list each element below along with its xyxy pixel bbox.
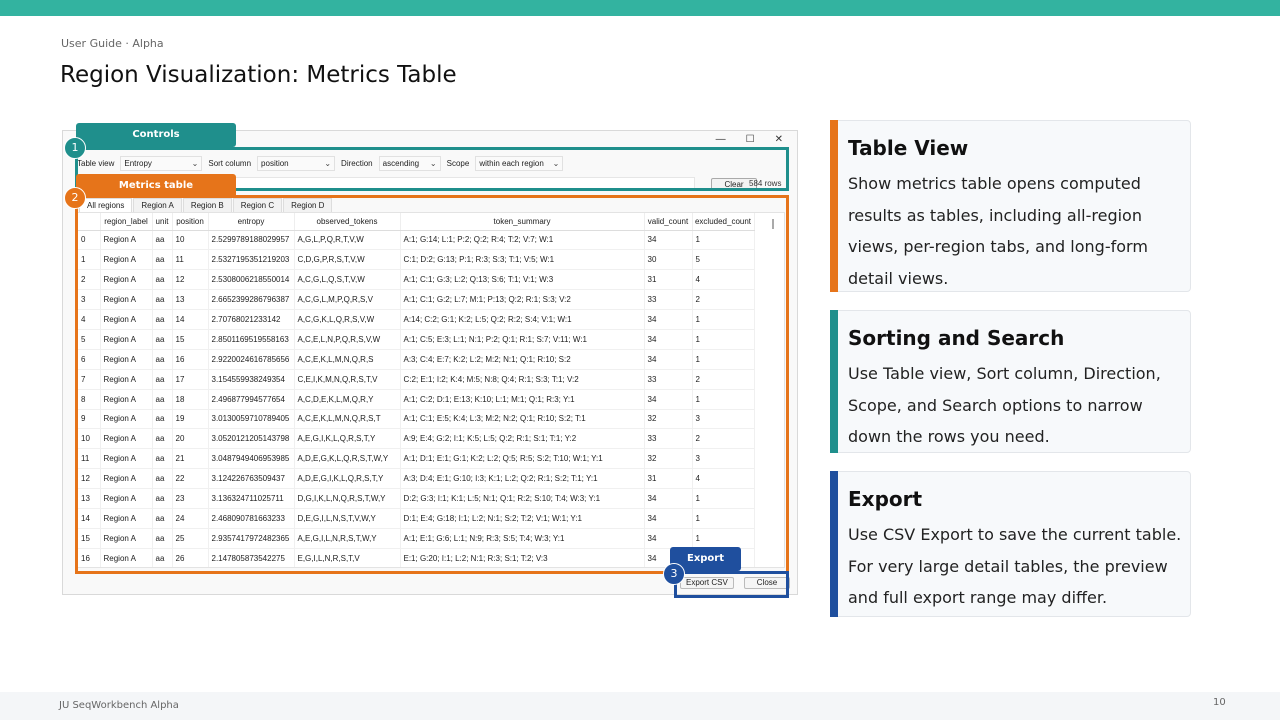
metrics-table-highlight-box — [75, 195, 789, 574]
callout-number-2: 2 — [64, 187, 86, 209]
card-title: Export — [848, 487, 923, 511]
card-table-view: Table View Show metrics table opens comp… — [830, 120, 1191, 292]
card-accent-bar — [830, 471, 838, 617]
card-title: Sorting and Search — [848, 326, 1065, 350]
callout-number-1: 1 — [64, 137, 86, 159]
card-accent-bar — [830, 310, 838, 453]
card-accent-bar — [830, 120, 838, 292]
card-sorting-search: Sorting and Search Use Table view, Sort … — [830, 310, 1191, 453]
controls-tag: Controls — [76, 123, 236, 147]
close-icon[interactable]: ✕ — [775, 134, 783, 145]
minimize-icon[interactable]: — — [716, 134, 726, 145]
page-number: 10 — [1213, 697, 1226, 708]
metrics-table-tag: Metrics table — [76, 174, 236, 198]
page-subtitle: User Guide · Alpha — [61, 37, 164, 50]
page-title: Region Visualization: Metrics Table — [60, 62, 457, 88]
footer-label: JU SeqWorkbench Alpha — [59, 700, 179, 711]
card-body: Use CSV Export to save the current table… — [848, 525, 1182, 607]
callout-number-3: 3 — [663, 563, 685, 585]
card-title: Table View — [848, 136, 969, 160]
export-highlight-box — [674, 571, 789, 598]
card-body: Use Table view, Sort column, Direction, … — [848, 364, 1161, 446]
footer-bar — [0, 692, 1280, 720]
card-body: Show metrics table opens computed result… — [848, 174, 1148, 288]
maximize-icon[interactable]: ☐ — [746, 134, 755, 145]
window-controls: — ☐ ✕ — [716, 131, 783, 147]
top-accent-bar — [0, 0, 1280, 16]
card-export: Export Use CSV Export to save the curren… — [830, 471, 1191, 617]
